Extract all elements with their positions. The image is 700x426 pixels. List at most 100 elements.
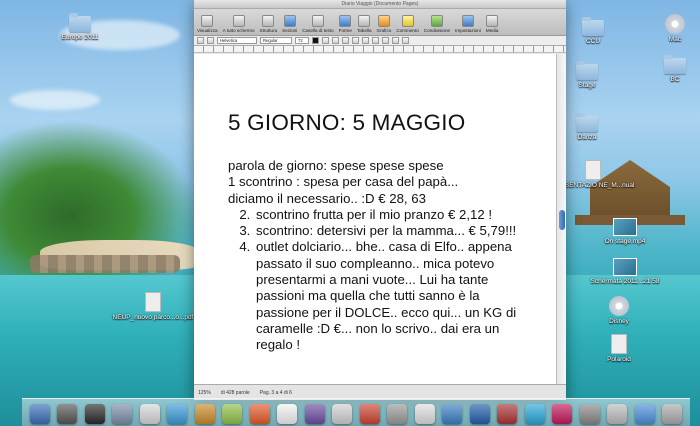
document-icon [611,334,627,354]
dock-app-icon[interactable] [139,404,160,424]
toolbar-chart[interactable]: Grafico [377,15,391,33]
body-line: parola de giorno: spese spese spese [228,158,444,173]
textbox-icon [311,15,324,27]
dock-app-icon[interactable] [414,404,435,424]
dock-app-icon[interactable] [579,404,600,424]
toolbar-table[interactable]: Tabella [357,15,372,33]
folder-icon [582,17,604,36]
font-size-field[interactable]: 72 [295,37,309,44]
align-center-button[interactable] [362,37,369,44]
dock-app-icon[interactable] [332,404,353,424]
dock-app-icon[interactable] [387,404,408,424]
body-line: 1 scontrino : spesa per casa del papà... [228,174,459,190]
toolbar-view[interactable]: Visualizza [197,15,218,33]
inspector-icon [461,15,474,27]
bold-button[interactable] [322,37,329,44]
desktop-file-polaroid[interactable]: Polaroid [584,334,654,363]
toolbar-outline[interactable]: Struttura [260,15,277,33]
align-left-button[interactable] [352,37,359,44]
toolbar-comment[interactable]: Commento [396,15,419,33]
dock-app-icon[interactable] [112,404,133,424]
dock-app-icon[interactable] [634,404,655,424]
dock-app-icon[interactable] [57,404,78,424]
hard-drive-icon [665,14,685,34]
toolbar-fullscreen[interactable]: A tutto schermo [223,15,255,33]
dock-app-icon[interactable] [442,404,463,424]
document-body: parola de giorno: spese spese spese 1 sc… [228,158,533,354]
font-style-select[interactable]: Regular [260,37,292,44]
folder-icon [576,113,598,132]
list-style-button[interactable] [207,37,214,44]
folder-icon [69,13,91,32]
toolbar-media[interactable]: Media [486,15,499,33]
toolbar-share[interactable]: Condivisione [424,15,450,33]
numbered-list: scontrino frutta per il mio pranzo € 2,1… [228,207,533,354]
dock-app-icon[interactable] [304,404,325,424]
desktop-folder-europe[interactable]: Europe 2011 [45,13,115,41]
scroll-thumb[interactable] [559,210,565,230]
dock-app-icon[interactable] [469,404,490,424]
dock-app-icon[interactable] [662,404,683,424]
dock-app-icon[interactable] [607,404,628,424]
desktop-folder-bc[interactable]: BC [640,55,700,83]
dock-app-icon[interactable] [552,404,573,424]
toolbar-shapes[interactable]: Forme [339,15,352,33]
line-spacing-button[interactable] [392,37,399,44]
toolbar: Visualizza A tutto schermo Struttura Sez… [194,9,566,36]
dock-app-icon[interactable] [167,404,188,424]
desktop-file-onstage[interactable]: On stage.mp4 [590,218,660,245]
list-item: scontrino frutta per il mio pranzo € 2,1… [254,207,533,223]
columns-button[interactable] [402,37,409,44]
list-item: outlet dolciario... bhe.. casa di Elfo..… [254,239,533,353]
dock-app-icon[interactable] [359,404,380,424]
justify-button[interactable] [382,37,389,44]
dock-app-icon[interactable] [249,404,270,424]
dock-app-icon[interactable] [29,404,50,424]
dock-app-icon[interactable] [524,404,545,424]
zoom-level[interactable]: 125% [198,390,211,396]
desktop-file-presentazione[interactable]: PRESENTAZIO NE_M...nual [552,160,634,189]
share-icon [430,15,443,27]
text-color-well[interactable] [312,37,319,44]
toolbar-sections[interactable]: Sezioni [282,15,297,33]
sections-icon [283,15,296,27]
window-title: Diario Viaggio (Documento Pages) [194,0,566,9]
toolbar-inspector[interactable]: Impostazioni [455,15,481,33]
format-bar: Helvetica Regular 72 [194,36,566,46]
toolbar-textbox[interactable]: Casella di testo [302,15,334,33]
document-page[interactable]: 5 GIORNO: 5 MAGGIO parola de giorno: spe… [194,54,556,384]
document-title: 5 GIORNO: 5 MAGGIO [228,110,466,135]
desktop-drive-mac[interactable]: Mac [640,14,700,43]
body-line: diciamo il necessario.. :D € 28, 63 [228,190,426,206]
dock-app-icon[interactable] [194,404,215,424]
align-right-button[interactable] [372,37,379,44]
italic-button[interactable] [332,37,339,44]
paragraph-style-button[interactable] [197,37,204,44]
outline-icon [262,15,275,27]
desktop-disk-disney[interactable]: Disney [584,296,654,325]
dock-app-icon[interactable] [222,404,243,424]
dock-app-icon[interactable] [84,404,105,424]
underline-button[interactable] [342,37,349,44]
video-thumbnail-icon [613,218,637,236]
shapes-icon [339,15,352,27]
dock-app-icon[interactable] [497,404,518,424]
vertical-scrollbar[interactable] [556,54,566,384]
dock [22,398,690,426]
desktop-file-schermata[interactable]: Schermata 2011...21.58 [590,258,660,285]
fullscreen-icon [232,15,245,27]
pdf-file-icon [145,292,161,312]
desktop-folder-ccu[interactable]: CCU [558,17,628,45]
word-count: di 428 parole [220,389,250,396]
page-indicator: Pag. 3 a 4 di 6 [259,389,292,396]
media-icon [486,15,499,27]
document-icon [585,160,601,180]
desktop-file-neup[interactable]: NEUP_nuovo parco...o...pdf [113,292,193,321]
ruler[interactable] [194,46,566,53]
pages-window[interactable]: Diario Viaggio (Documento Pages) Visuali… [194,0,566,400]
comment-icon [401,15,414,27]
folder-icon [664,55,686,74]
view-icon [201,15,214,27]
font-family-select[interactable]: Helvetica [217,37,257,44]
dock-app-icon[interactable] [277,404,298,424]
